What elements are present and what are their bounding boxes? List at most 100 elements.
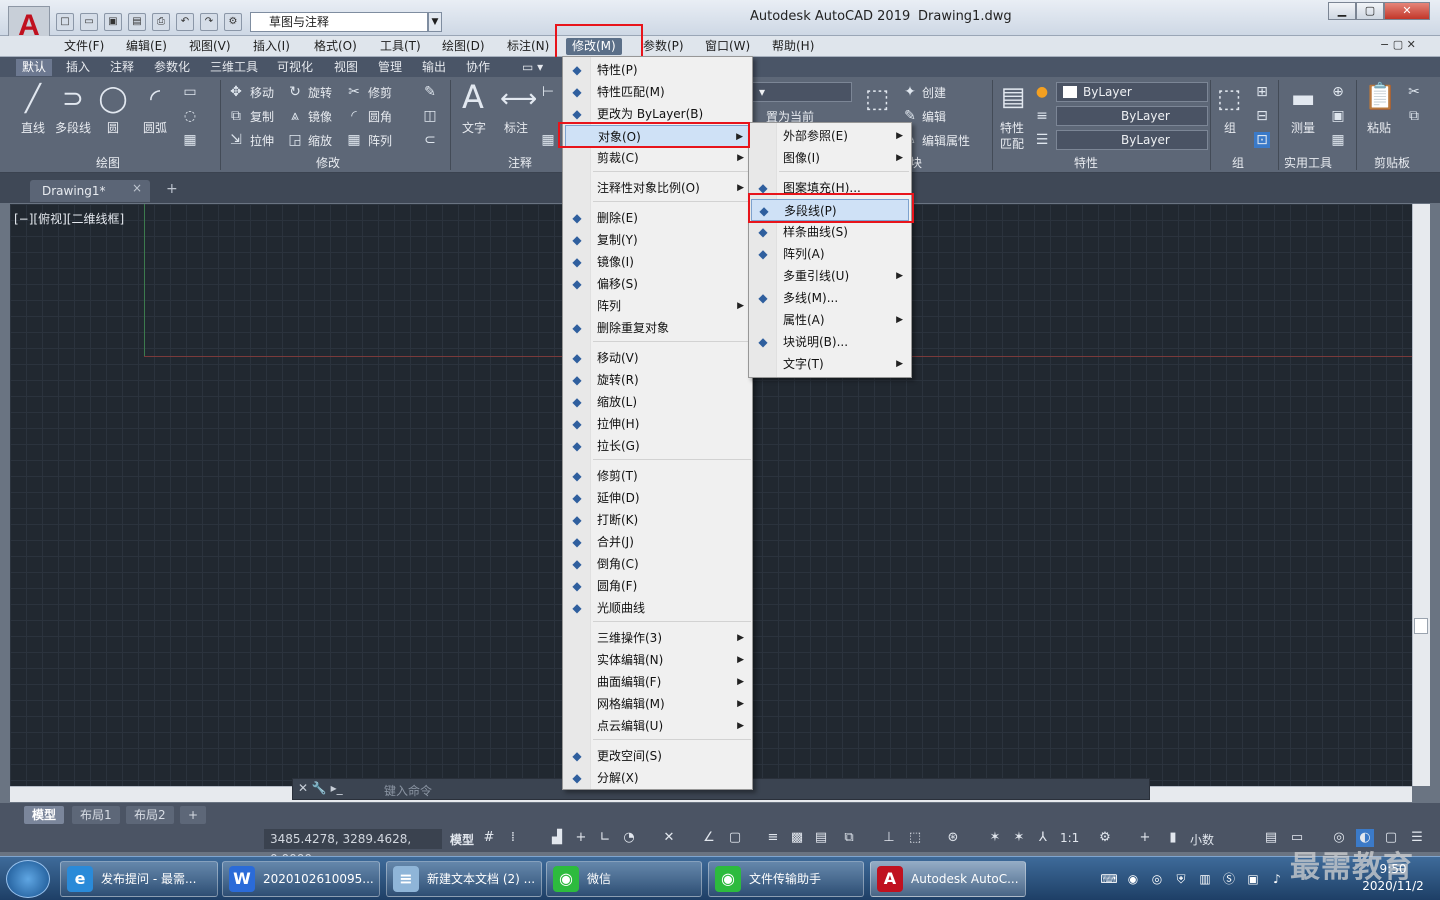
nvidia-icon[interactable]: ▣	[1244, 870, 1262, 888]
modify-menu-item[interactable]: ◆ 圆角(F)	[565, 575, 750, 597]
mdi-controls[interactable]: − ▢ ✕	[1380, 38, 1416, 51]
paste-icon[interactable]: 📋	[1364, 82, 1396, 112]
tab-insert[interactable]: 插入	[66, 59, 90, 76]
rotate-icon[interactable]: ↻	[287, 84, 303, 100]
shield-icon[interactable]: ⛨	[1172, 870, 1190, 888]
edit-block-button[interactable]: 编辑	[922, 108, 946, 125]
group-label-properties[interactable]: 特性	[1074, 154, 1098, 171]
modify-menu-item[interactable]: 剪裁(C) ▶	[565, 147, 750, 169]
group-label-clipboard[interactable]: 剪贴板	[1374, 154, 1410, 171]
text-button[interactable]: 文字	[462, 119, 486, 136]
menu-edit[interactable]: 编辑(E)	[126, 38, 167, 55]
measure-icon[interactable]: ▬	[1288, 84, 1318, 114]
weibo-icon[interactable]: ◎	[1148, 870, 1166, 888]
annotation-scale-icon[interactable]: ⅄	[1034, 829, 1052, 847]
tab-collaborate[interactable]: 协作	[466, 59, 490, 76]
measure-button[interactable]: 测量	[1291, 119, 1315, 136]
object-submenu-item[interactable]: ◆ 样条曲线(S)	[751, 221, 909, 243]
isodraft-icon[interactable]: ✕	[660, 829, 678, 847]
modify-menu-item[interactable]: ◆ 拉伸(H)	[565, 413, 750, 435]
tab-annotate[interactable]: 注释	[110, 59, 134, 76]
group-label-draw[interactable]: 绘图	[96, 154, 120, 171]
group-label-groups[interactable]: 组	[1232, 154, 1244, 171]
modify-menu-item[interactable]: ◆ 分解(X)	[565, 767, 750, 789]
save-icon[interactable]: ▣	[104, 13, 122, 31]
stretch-icon[interactable]: ⇲	[228, 132, 244, 148]
lineweight-dropdown[interactable]: ByLayer	[1056, 130, 1208, 150]
annotation-monitor-icon[interactable]: +	[1136, 829, 1154, 847]
group-label-utilities[interactable]: 实用工具	[1284, 154, 1332, 171]
taskbar-item-notepad[interactable]: ≡ 新建文本文档 (2) ...	[386, 861, 542, 897]
text-icon[interactable]: A	[458, 81, 488, 113]
object-submenu-item[interactable]: 图像(I) ▶	[751, 147, 909, 169]
tab-3d-tools[interactable]: 三维工具	[210, 59, 258, 76]
dynamic-ucs-icon[interactable]: ⊥	[880, 829, 898, 847]
linetype-dropdown[interactable]: ByLayer	[1056, 106, 1208, 126]
modify-menu-item[interactable]: ◆ 偏移(S)	[565, 273, 750, 295]
circle-icon[interactable]: ◯	[98, 84, 128, 114]
modify-menu-item[interactable]: ◆ 光顺曲线	[565, 597, 750, 619]
open-file-icon[interactable]: ▭	[80, 13, 98, 31]
match-properties-button[interactable]: 特性	[1000, 119, 1024, 136]
insert-block-icon[interactable]: ⬚	[862, 84, 892, 114]
modify-menu-item[interactable]: ◆ 删除重复对象	[565, 317, 750, 339]
gradient-icon[interactable]: ▦	[182, 132, 198, 148]
wechat-tray-icon[interactable]: ◉	[1124, 870, 1142, 888]
modify-menu-item[interactable]: 网格编辑(M) ▶	[565, 693, 750, 715]
viewport-controls[interactable]: [−][俯视][二维线框]	[14, 210, 124, 227]
circle-button[interactable]: 圆	[107, 119, 119, 136]
object-submenu-item[interactable]: 文字(T) ▶	[751, 353, 909, 375]
fillet-icon[interactable]: ◜	[346, 108, 362, 124]
line-icon[interactable]: ╱	[18, 84, 48, 114]
rectangle-icon[interactable]: ▭	[182, 84, 198, 100]
modify-menu-item[interactable]: ◆ 打断(K)	[565, 509, 750, 531]
menu-draw[interactable]: 绘图(D)	[442, 38, 485, 55]
layer-dropdown[interactable]: ▾	[752, 82, 852, 102]
menu-file[interactable]: 文件(F)	[64, 38, 104, 55]
copy-clip-icon[interactable]: ⧉	[1406, 108, 1422, 124]
menu-tools[interactable]: 工具(T)	[380, 38, 421, 55]
hatch-icon[interactable]: ◌	[182, 108, 198, 124]
transparency-icon[interactable]: ▩	[788, 829, 806, 847]
menu-parametric[interactable]: 参数(P)	[643, 38, 684, 55]
taskbar-item-file-transfer[interactable]: ◉ 文件传输助手	[708, 861, 864, 897]
modify-menu-item[interactable]: 曲面编辑(F) ▶	[565, 671, 750, 693]
dimension-button[interactable]: 标注	[504, 119, 528, 136]
copy-button[interactable]: 复制	[250, 108, 274, 125]
redo-icon[interactable]: ↷	[200, 13, 218, 31]
erase-icon[interactable]: ✎	[422, 84, 438, 100]
object-snap-tracking-icon[interactable]: ∠	[700, 829, 718, 847]
move-button[interactable]: 移动	[250, 84, 274, 101]
ortho-icon[interactable]: ∟	[596, 829, 614, 847]
mirror-button[interactable]: 镜像	[308, 108, 332, 125]
create-block-button[interactable]: 创建	[922, 84, 946, 101]
modify-menu-item[interactable]: ◆ 延伸(D)	[565, 487, 750, 509]
model-space-button[interactable]: 模型	[450, 831, 474, 848]
ungroup-icon[interactable]: ⊞	[1254, 84, 1270, 100]
copy-icon[interactable]: ⧉	[228, 108, 244, 124]
arc-icon[interactable]: ◜	[140, 84, 170, 114]
table-icon[interactable]: ▦	[540, 132, 556, 148]
object-submenu-item[interactable]: ◆ 阵列(A)	[751, 243, 909, 265]
taskbar-clock[interactable]: 9:50 2020/11/2	[1356, 861, 1430, 895]
modify-menu-item[interactable]: 注释性对象比例(O) ▶	[565, 177, 750, 199]
3d-osnap-icon[interactable]: ⧉	[840, 829, 858, 847]
explode-icon[interactable]: ◫	[422, 108, 438, 124]
print-icon[interactable]: ⎙	[152, 13, 170, 31]
calculator-icon[interactable]: ▦	[1330, 132, 1346, 148]
workspace-gear-icon[interactable]: ⚙	[224, 13, 242, 31]
taskbar-item-browser[interactable]: e 发布提问 - 最需...	[60, 861, 218, 897]
workspace-switch-icon[interactable]: ⚙	[1096, 829, 1114, 847]
save-as-icon[interactable]: ▤	[128, 13, 146, 31]
tab-visualize[interactable]: 可视化	[277, 59, 313, 76]
polyline-icon[interactable]: ⊃	[58, 84, 88, 114]
trim-button[interactable]: 修剪	[368, 84, 392, 101]
annotation-visibility-icon[interactable]: ✶	[986, 829, 1004, 847]
grid-icon[interactable]: #	[480, 829, 498, 847]
menu-view[interactable]: 视图(V)	[189, 38, 231, 55]
modify-menu-item[interactable]: ◆ 倒角(C)	[565, 553, 750, 575]
minimize-icon[interactable]: ▁	[1328, 2, 1356, 20]
tab-parametric[interactable]: 参数化	[154, 59, 190, 76]
ribbon-options-icon[interactable]: ▭ ▾	[522, 59, 543, 76]
create-block-icon[interactable]: ✦	[902, 84, 918, 100]
